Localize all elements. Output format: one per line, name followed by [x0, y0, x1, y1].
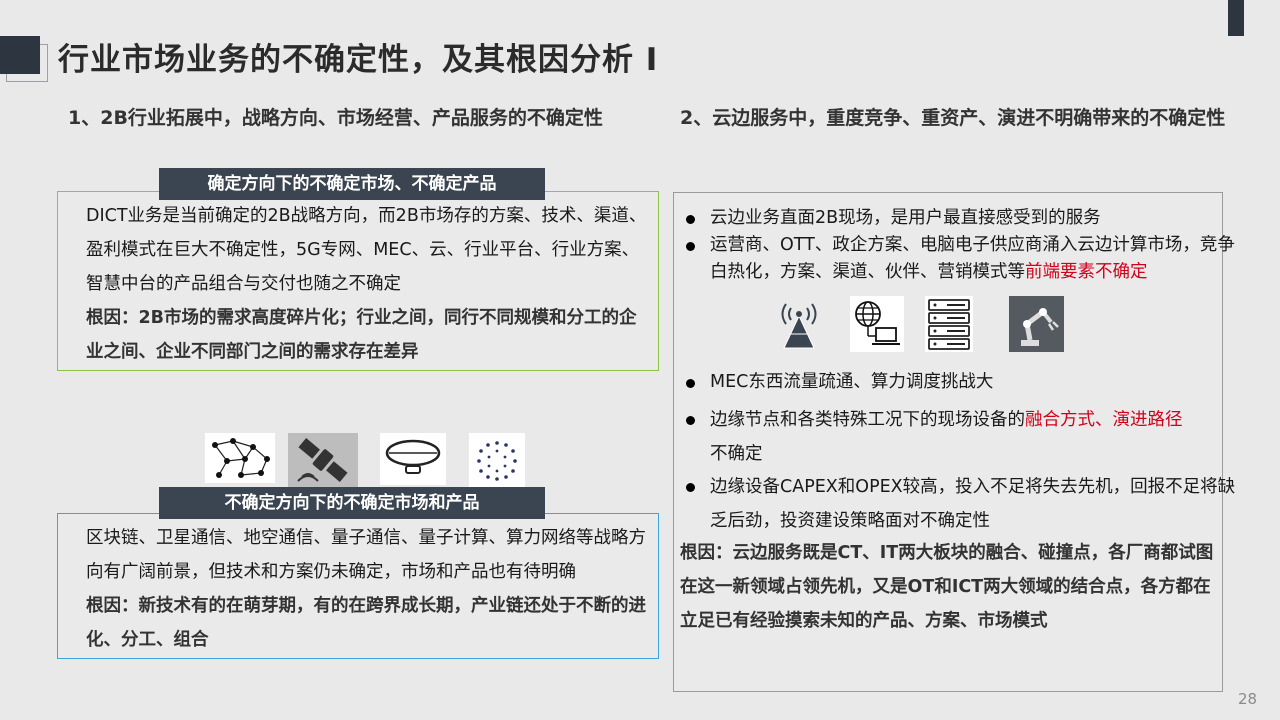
- right-root-cause: 根因：云边服务既是CT、IT两大板块的融合、碰撞点，各厂商都试图在这一新领域占领…: [680, 543, 1214, 631]
- bullet-dot: [686, 379, 695, 388]
- list-item: 边缘节点和各类特殊工况下的现场设备的融合方式、演进路径不确定: [680, 403, 1250, 471]
- bullet-text: MEC东西流量疏通、算力调度挑战大: [710, 372, 994, 392]
- section1-body: DICT业务是当前确定的2B战略方向，而2B市场存的方案、技术、渠道、盈利模式在…: [86, 206, 647, 294]
- bullet-text: 边缘设备CAPEX和OPEX较高，投入不足将失去先机，回报不足将缺乏后劲，投资建…: [710, 477, 1236, 531]
- bullet-text-continued: 不确定: [710, 444, 763, 464]
- bullet-highlight: 融合方式、演进路径: [1025, 410, 1183, 430]
- section2-banner: 不确定方向下的不确定市场和产品: [159, 487, 545, 519]
- bullet-dot: [686, 416, 695, 425]
- page-number: 28: [1238, 690, 1258, 708]
- bullet-dot: [686, 242, 695, 251]
- robot-arm-icon: [1009, 296, 1064, 352]
- left-heading: 1、2B行业拓展中，战略方向、市场经营、产品服务的不确定性: [68, 107, 603, 129]
- server-rack-icon: [925, 296, 973, 352]
- bullet-dot: [686, 215, 695, 224]
- section2-root-cause: 根因：新技术有的在萌芽期，有的在跨界成长期，产业链还处于不断的进化、分工、组合: [86, 596, 646, 650]
- list-item: 云边业务直面2B现场，是用户最直接感受到的服务: [680, 205, 1250, 232]
- section1-root-cause: 根因：2B市场的需求高度碎片化；行业之间，同行不同规模和分工的企业之间、企业不同…: [86, 308, 637, 362]
- bullet-text: 边缘节点和各类特殊工况下的现场设备的: [710, 410, 1025, 430]
- network-graph-icon: [205, 433, 275, 483]
- list-item: MEC东西流量疏通、算力调度挑战大: [680, 369, 1250, 396]
- bullet-text: 云边业务直面2B现场，是用户最直接感受到的服务: [710, 208, 1101, 228]
- bullet-text: 运营商、OTT、政企方案、电脑电子供应商涌入云边计算市场，竞争白热化，方案、渠道…: [710, 235, 1235, 282]
- globe-computer-icon: [850, 296, 904, 352]
- title-decoration-block: [0, 36, 40, 74]
- section2-body: 区块链、卫星通信、地空通信、量子通信、量子计算、算力网络等战略方向有广阔前景，但…: [86, 528, 646, 582]
- list-item: 边缘设备CAPEX和OPEX较高，投入不足将失去先机，回报不足将缺乏后劲，投资建…: [680, 470, 1250, 538]
- slide-title: 行业市场业务的不确定性，及其根因分析 I: [58, 42, 659, 78]
- list-item: 运营商、OTT、政企方案、电脑电子供应商涌入云边计算市场，竞争白热化，方案、渠道…: [680, 232, 1250, 286]
- bullet-dot: [686, 483, 695, 492]
- airship-icon: [380, 433, 446, 485]
- satellite-icon: [288, 433, 358, 487]
- section1-banner: 确定方向下的不确定市场、不确定产品: [159, 168, 545, 200]
- corner-decoration: [1228, 0, 1244, 36]
- quantum-dots-icon: [469, 433, 525, 489]
- bullet-highlight: 前端要素不确定: [1025, 262, 1148, 282]
- signal-tower-icon: [781, 303, 817, 349]
- right-heading: 2、云边服务中，重度竞争、重资产、演进不明确带来的不确定性: [680, 107, 1226, 129]
